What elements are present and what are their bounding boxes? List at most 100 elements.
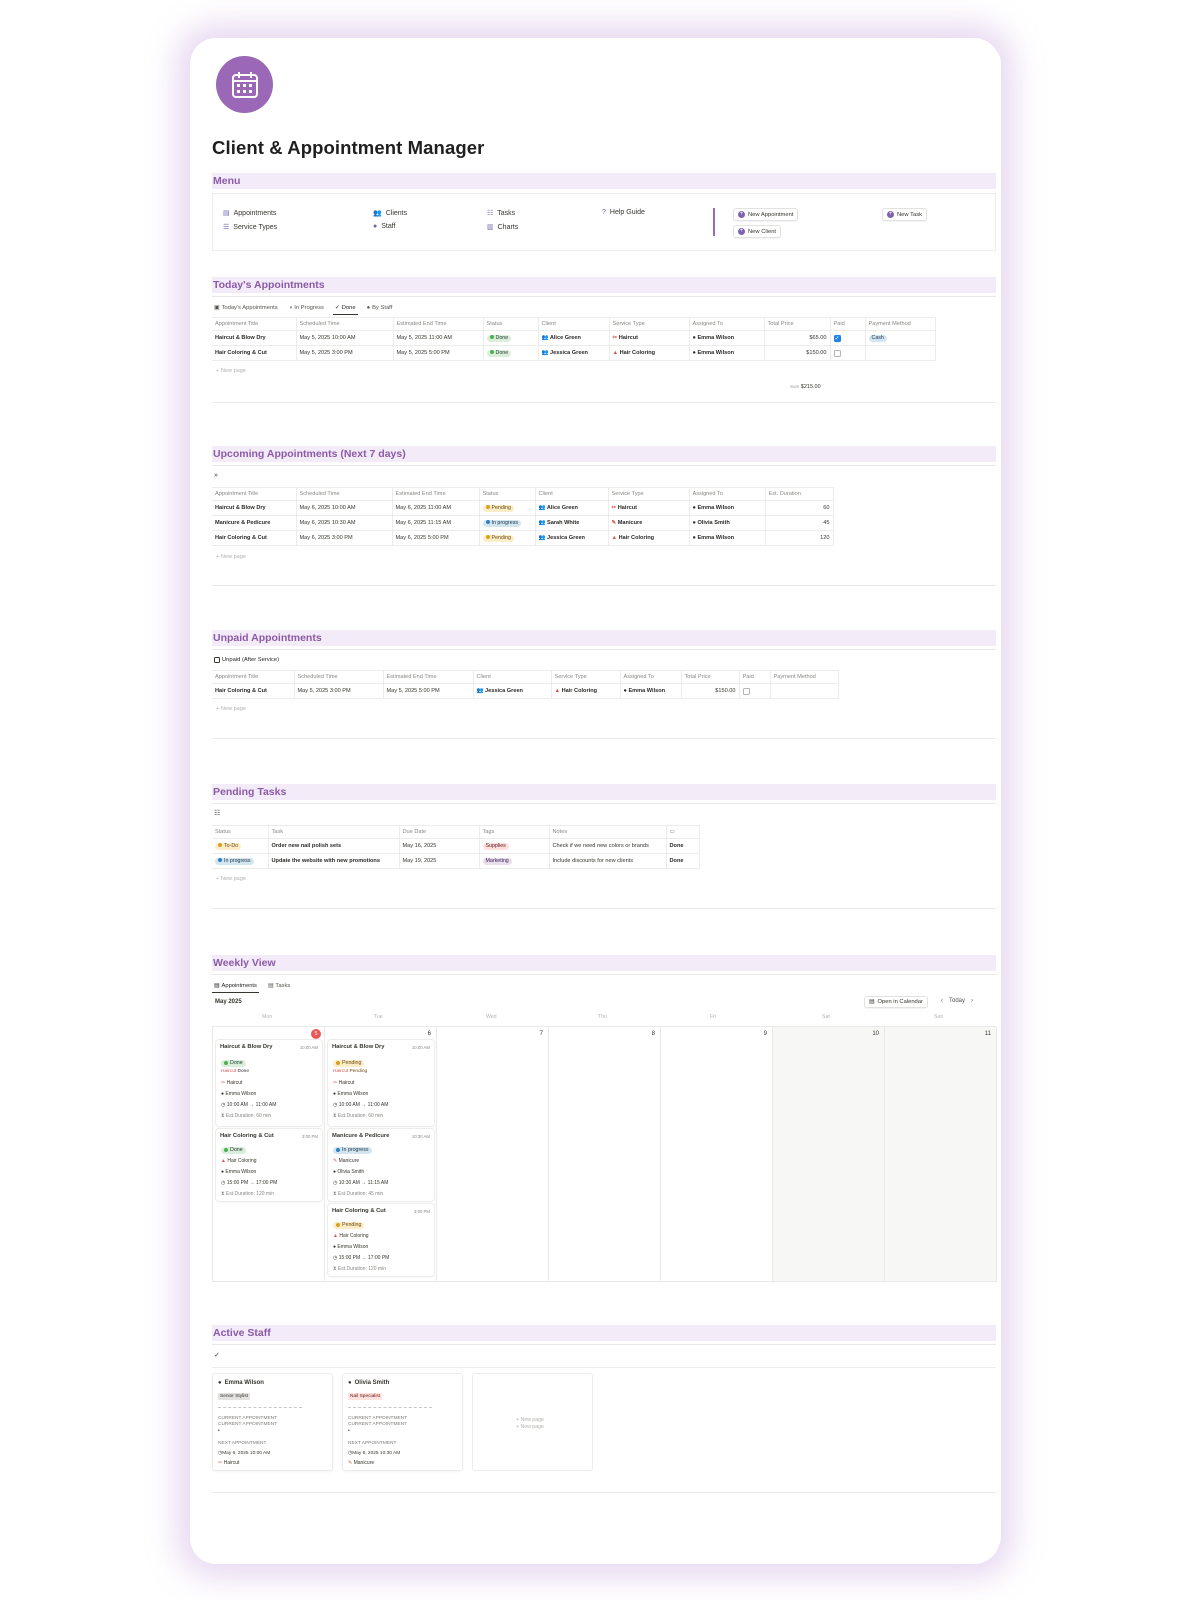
cell-assigned[interactable]: ● Emma Wilson: [620, 683, 682, 699]
table-row[interactable]: Haircut & Blow Dry May 5, 2025 10:00 AM …: [212, 330, 936, 346]
cell-scheduled[interactable]: May 6, 2025 10:30 AM: [296, 515, 393, 531]
cell-service[interactable]: ▲ Hair Coloring: [551, 683, 621, 699]
calendar-event[interactable]: Haircut & Blow Dry 10:00 AM Pending Hair…: [328, 1040, 434, 1126]
cell-end[interactable]: May 6, 2025 11:15 AM: [392, 515, 480, 531]
col-header[interactable]: Client: [535, 487, 609, 501]
menu-charts[interactable]: ▥ Charts: [487, 223, 518, 232]
col-header[interactable]: Estimated End Time: [393, 317, 484, 331]
tab-todays-appointments[interactable]: ▣ Today's Appointments: [212, 301, 280, 315]
col-header[interactable]: Payment Method: [770, 670, 839, 684]
calendar-event[interactable]: Manicure & Pedicure 10:30 AM In progress…: [328, 1129, 434, 1201]
cell-duration[interactable]: 120: [765, 530, 834, 546]
calendar-day-thu[interactable]: 8: [549, 1027, 661, 1282]
cell-scheduled[interactable]: May 5, 2025 3:00 PM: [296, 345, 394, 361]
cell-tags[interactable]: Marketing: [479, 853, 550, 869]
today-button[interactable]: Today: [949, 998, 965, 1004]
menu-service-types[interactable]: ☰ Service Types: [223, 223, 277, 232]
tab-by-staff[interactable]: ● By Staff: [365, 301, 395, 315]
chevron-right-icon[interactable]: ›: [971, 998, 973, 1004]
new-appointment-button[interactable]: + New Appointment: [733, 208, 799, 221]
done-button[interactable]: Done: [666, 853, 700, 869]
cell-task[interactable]: Update the website with new promotions: [268, 853, 400, 869]
calendar-event[interactable]: Haircut & Blow Dry 10:00 AM Done Haircut…: [216, 1040, 322, 1126]
new-page-link[interactable]: + New page: [216, 368, 246, 374]
calendar-event[interactable]: Hair Coloring & Cut 3:00 PM Pending ▲ Ha…: [328, 1204, 434, 1276]
col-header[interactable]: Appointment Title: [212, 317, 297, 331]
cell-assigned[interactable]: ● Emma Wilson: [689, 330, 765, 346]
new-task-button[interactable]: + New Task: [882, 208, 928, 221]
calendar-day-sun[interactable]: 11: [885, 1027, 997, 1282]
col-header[interactable]: Service Type: [551, 670, 621, 684]
cell-paid[interactable]: [830, 345, 866, 361]
col-header[interactable]: Payment Method: [865, 317, 936, 331]
col-header[interactable]: Appointment Title: [212, 487, 297, 501]
menu-staff[interactable]: ● Staff: [373, 223, 396, 230]
calendar-day-mon[interactable]: 5 Haircut & Blow Dry 10:00 AM Done Hairc…: [213, 1027, 325, 1282]
calendar-event[interactable]: Hair Coloring & Cut 3:00 PM Done ▲ Hair …: [216, 1129, 322, 1201]
checked-checkbox-icon[interactable]: ✓: [833, 334, 841, 342]
col-header[interactable]: Status: [483, 317, 539, 331]
cell-scheduled[interactable]: May 6, 2025 3:00 PM: [296, 530, 393, 546]
cell-paid[interactable]: ✓: [830, 330, 866, 346]
cell-task[interactable]: Order new nail polish sets: [268, 838, 400, 854]
cell-client[interactable]: 👥 Alice Green: [535, 500, 609, 516]
col-header[interactable]: Tags: [479, 825, 550, 839]
cell-title[interactable]: Manicure & Pedicure: [212, 515, 297, 531]
cell-service[interactable]: ▲ Hair Coloring: [608, 530, 690, 546]
col-header[interactable]: Paid: [830, 317, 866, 331]
col-header[interactable]: Assigned To: [689, 487, 766, 501]
cell-paid[interactable]: [739, 683, 771, 699]
col-header[interactable]: Est. Duration: [765, 487, 834, 501]
calendar-day-wed[interactable]: 7: [437, 1027, 549, 1282]
tab-tasks[interactable]: ▤ Tasks: [266, 979, 292, 993]
cell-method[interactable]: Cash: [865, 330, 936, 346]
cell-status[interactable]: In progress: [479, 515, 536, 531]
table-row[interactable]: Haircut & Blow Dry May 6, 2025 10:00 AM …: [212, 500, 834, 516]
new-page-card[interactable]: + New page + New page: [472, 1373, 593, 1471]
done-button[interactable]: Done: [666, 838, 700, 854]
col-header[interactable]: Notes: [549, 825, 667, 839]
cell-service[interactable]: ▲ Hair Coloring: [609, 345, 690, 361]
new-page-link[interactable]: + New page: [516, 1424, 544, 1430]
chevron-left-icon[interactable]: ‹: [941, 998, 943, 1004]
cell-notes[interactable]: Include discounts for new clients: [549, 853, 667, 869]
staff-card[interactable]: ● Emma Wilson Senior Stylist CURRENT APPO…: [212, 1373, 333, 1471]
cell-client[interactable]: 👥 Alice Green: [538, 330, 610, 346]
cell-end[interactable]: May 5, 2025 5:00 PM: [383, 683, 474, 699]
cell-status[interactable]: Done: [483, 330, 539, 346]
cell-end[interactable]: May 5, 2025 5:00 PM: [393, 345, 484, 361]
calendar-day-sat[interactable]: 10: [773, 1027, 885, 1282]
cell-status[interactable]: Pending: [479, 500, 536, 516]
cell-end[interactable]: May 6, 2025 11:00 AM: [392, 500, 480, 516]
cell-assigned[interactable]: ● Emma Wilson: [689, 500, 766, 516]
cell-end[interactable]: May 6, 2025 5:00 PM: [392, 530, 480, 546]
tab-unpaid-after-service[interactable]: Unpaid (After Service): [212, 653, 281, 667]
cell-tags[interactable]: Supplies: [479, 838, 550, 854]
cell-title[interactable]: Haircut & Blow Dry: [212, 500, 297, 516]
col-header[interactable]: Client: [538, 317, 610, 331]
col-header[interactable]: Scheduled Time: [294, 670, 384, 684]
checkbox-icon[interactable]: [833, 349, 841, 357]
cell-title[interactable]: Hair Coloring & Cut: [212, 345, 297, 361]
col-header[interactable]: Task: [268, 825, 400, 839]
col-header[interactable]: Service Type: [609, 317, 690, 331]
cell-client[interactable]: 👥 Sarah White: [535, 515, 609, 531]
col-header[interactable]: Service Type: [608, 487, 690, 501]
cell-status[interactable]: To-Do: [212, 838, 269, 854]
col-header[interactable]: Appointment Title: [212, 670, 295, 684]
menu-tasks[interactable]: ☷ Tasks: [487, 209, 515, 218]
table-row[interactable]: Hair Coloring & Cut May 5, 2025 3:00 PM …: [212, 345, 936, 361]
new-page-link[interactable]: + New page: [216, 706, 246, 712]
menu-help-guide[interactable]: ? Help Guide: [602, 209, 645, 216]
col-header[interactable]: Status: [479, 487, 536, 501]
fast-forward-icon[interactable]: »: [214, 472, 218, 479]
col-header[interactable]: Estimated End Time: [383, 670, 474, 684]
col-header[interactable]: ▭: [666, 825, 700, 839]
col-header[interactable]: Client: [473, 670, 552, 684]
cell-end[interactable]: May 5, 2025 11:00 AM: [393, 330, 484, 346]
cell-client[interactable]: 👥 Jessica Green: [538, 345, 610, 361]
cell-assigned[interactable]: ● Olivia Smith: [689, 515, 766, 531]
menu-appointments[interactable]: ▤ Appointments: [223, 209, 276, 218]
checklist-icon[interactable]: ☷: [214, 809, 220, 817]
cell-title[interactable]: Haircut & Blow Dry: [212, 330, 297, 346]
